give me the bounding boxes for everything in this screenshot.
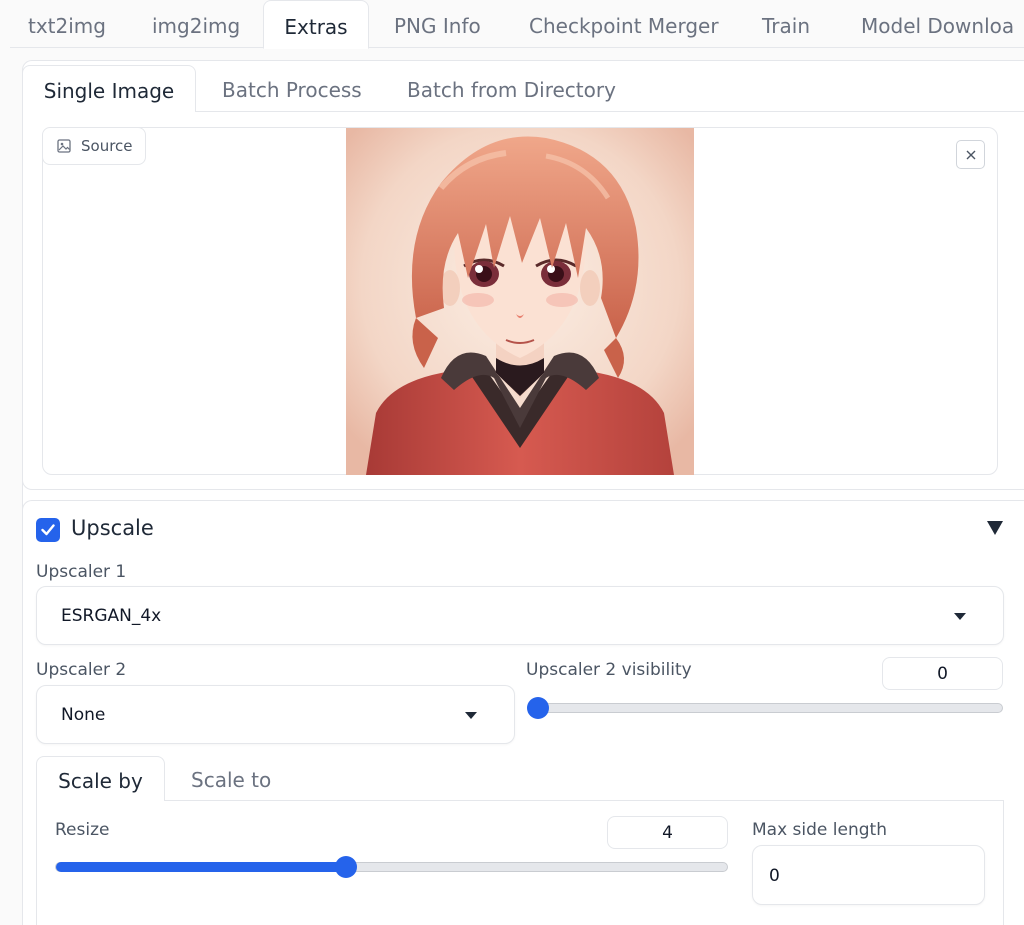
- chevron-down-icon: [465, 712, 477, 719]
- upscaler1-value: ESRGAN_4x: [61, 606, 162, 626]
- collapse-triangle-icon[interactable]: [986, 520, 1004, 536]
- upscaler2-visibility-thumb[interactable]: [527, 697, 549, 719]
- upscaler2-label: Upscaler 2: [36, 660, 127, 680]
- resize-slider[interactable]: [55, 862, 728, 872]
- max-side-length-label: Max side length: [752, 820, 887, 840]
- source-image: [346, 128, 694, 475]
- tab-scale-by[interactable]: Scale by: [36, 756, 165, 802]
- upscale-checkbox[interactable]: [36, 518, 60, 542]
- tab-batch-from-directory[interactable]: Batch from Directory: [407, 65, 616, 112]
- tab-extras[interactable]: Extras: [263, 0, 369, 49]
- close-icon: [966, 150, 975, 159]
- tab-checkpoint-merger[interactable]: Checkpoint Merger: [529, 0, 719, 48]
- tab-model-downloader[interactable]: Model Downloa: [861, 0, 1014, 48]
- max-side-length-input[interactable]: 0: [752, 845, 985, 905]
- tab-batch-process[interactable]: Batch Process: [222, 65, 362, 112]
- upscaler2-visibility-slider[interactable]: [527, 703, 1003, 713]
- resize-input[interactable]: 4: [607, 816, 728, 849]
- resize-label: Resize: [55, 820, 110, 840]
- tab-img2img[interactable]: img2img: [152, 0, 240, 48]
- upscaler1-dropdown[interactable]: ESRGAN_4x: [36, 586, 1004, 645]
- check-icon: [41, 524, 55, 536]
- extras-sub-tab-bar: Single Image Batch Process Batch from Di…: [22, 64, 1024, 113]
- source-label: Source: [42, 127, 146, 165]
- tab-train[interactable]: Train: [762, 0, 810, 48]
- tab-txt2img[interactable]: txt2img: [28, 0, 106, 48]
- top-tab-bar: txt2img img2img Extras PNG Info Checkpoi…: [10, 0, 1024, 49]
- source-label-text: Source: [81, 137, 133, 155]
- scale-tab-bar: Scale by Scale to: [36, 756, 1004, 802]
- upscaler2-value: None: [61, 705, 106, 725]
- upscaler2-visibility-input[interactable]: 0: [882, 657, 1003, 690]
- clear-image-button[interactable]: [956, 140, 985, 169]
- upscaler1-label: Upscaler 1: [36, 562, 127, 582]
- tab-scale-to[interactable]: Scale to: [191, 756, 271, 801]
- tab-single-image[interactable]: Single Image: [22, 65, 196, 113]
- upscaler2-dropdown[interactable]: None: [36, 685, 515, 744]
- max-side-length-value: 0: [769, 866, 780, 886]
- upscale-title: Upscale: [71, 516, 154, 540]
- image-icon: [57, 139, 71, 153]
- upscaler2-visibility-label: Upscaler 2 visibility: [526, 660, 692, 680]
- resize-slider-fill: [56, 862, 347, 872]
- chevron-down-icon: [954, 613, 966, 620]
- resize-slider-thumb[interactable]: [334, 856, 357, 878]
- tab-png-info[interactable]: PNG Info: [394, 0, 481, 48]
